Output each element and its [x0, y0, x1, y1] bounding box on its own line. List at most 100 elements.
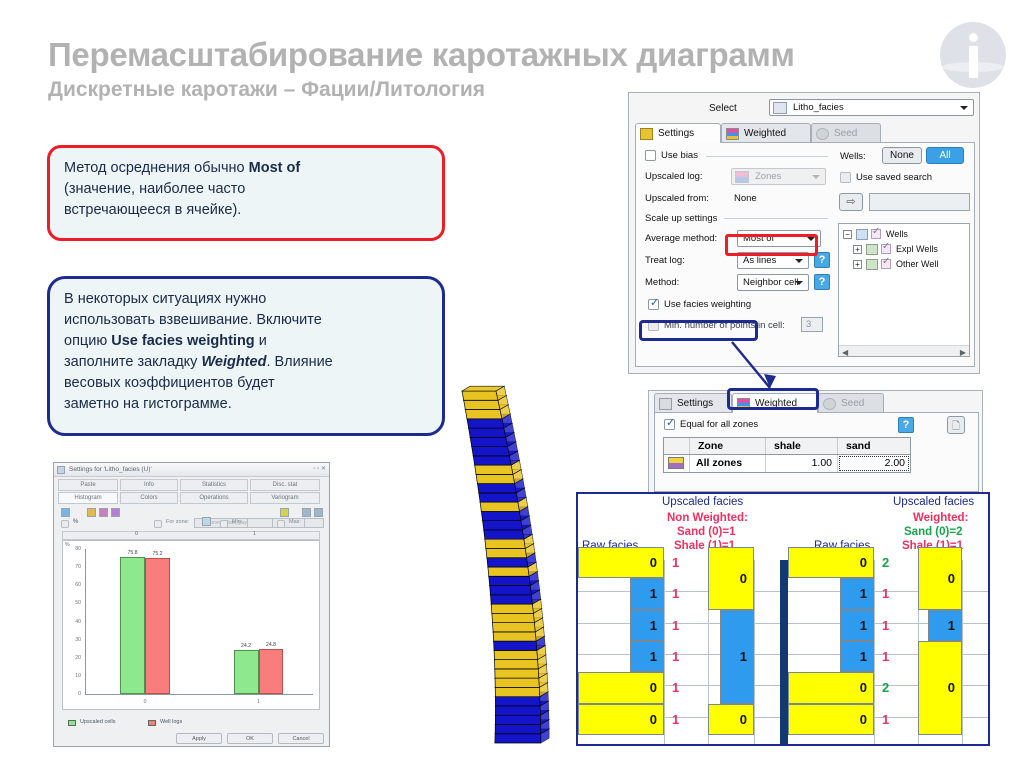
- seed-tab-icon: [816, 128, 829, 140]
- use-saved-search-checkbox[interactable]: [840, 172, 851, 183]
- tab-statistics[interactable]: Statistics: [180, 479, 248, 491]
- average-method-label: Average method:: [645, 233, 718, 244]
- weighted-help-button[interactable]: ?: [898, 417, 914, 433]
- tab-paste[interactable]: Paste: [58, 479, 118, 491]
- table-row[interactable]: All zones 1.00 2.00: [664, 455, 910, 472]
- scroll-right-icon[interactable]: ▶: [960, 348, 966, 357]
- new-document-button[interactable]: 🗋: [947, 416, 965, 434]
- max-checkbox[interactable]: [277, 520, 285, 528]
- legend-swatch-upscaled: [68, 720, 76, 726]
- upscaled-log-combo[interactable]: Zones: [731, 168, 826, 185]
- select-log-combo[interactable]: Litho_facies: [769, 99, 974, 116]
- y-axis-tick: 60: [75, 582, 81, 589]
- log-layer: [494, 687, 541, 698]
- equal-for-all-zones-checkbox[interactable]: [664, 417, 675, 430]
- toolbar-icon-5[interactable]: [280, 508, 289, 517]
- scale-up-settings-label: Scale up settings: [645, 213, 718, 224]
- catbar-label-0: 0: [135, 531, 138, 537]
- log-icon: [773, 102, 787, 114]
- zone-filter-icon[interactable]: [202, 517, 211, 526]
- callout-blue-line2: использовать взвешивание. Включите: [64, 312, 322, 329]
- use-saved-search-label: Use saved search: [856, 172, 933, 183]
- log-layer: [468, 427, 507, 438]
- zones-icon: [668, 457, 684, 469]
- facies-weight-value: 1: [672, 648, 680, 664]
- tree-horizontal-scrollbar[interactable]: ◀ ▶: [839, 345, 969, 357]
- bar-value-label: 24.8: [265, 642, 277, 649]
- wells-all-button[interactable]: All: [926, 147, 964, 164]
- tab-histogram[interactable]: Histogram: [58, 492, 118, 504]
- cancel-button[interactable]: Cancel: [278, 733, 324, 744]
- histogram-settings-window: Settings for 'Litho_facies (U)' ▫ ▫ ✕ Pa…: [53, 462, 330, 747]
- toolbar-icon-4[interactable]: [111, 508, 120, 517]
- log-layer: [478, 492, 519, 503]
- method-help-button[interactable]: ?: [814, 274, 830, 290]
- tab-seed[interactable]: Seed: [811, 123, 881, 143]
- log-layer: [482, 520, 523, 531]
- upscaled-from-label: Upscaled from:: [645, 193, 709, 204]
- document-icon: 🗋: [951, 421, 961, 432]
- method-combo[interactable]: Neighbor cell: [737, 274, 809, 291]
- apply-search-button[interactable]: ⇨: [839, 193, 863, 211]
- highlight-ring-weighted-tab: [727, 388, 819, 410]
- tab-operations[interactable]: Operations: [180, 492, 248, 504]
- histogram-bar: [258, 649, 284, 694]
- toolbar-icon-2[interactable]: [87, 508, 96, 517]
- tab-variogram[interactable]: Variogram: [250, 492, 320, 504]
- log-layer: [493, 650, 538, 660]
- log-layer: [461, 390, 499, 401]
- scroll-left-icon[interactable]: ◀: [842, 348, 848, 357]
- callout-blue-line4a: заполните закладку: [64, 354, 202, 371]
- for-zone-checkbox[interactable]: [154, 520, 162, 528]
- histogram-tabrow-2: Histogram Colors Operations Variogram: [58, 492, 326, 504]
- upscaled-log-column: [460, 385, 551, 744]
- weighted-panel: Equal for all zones ? 🗋 Zone shale sand …: [654, 412, 979, 492]
- apply-button[interactable]: Apply: [176, 733, 222, 744]
- tab-info[interactable]: Info: [120, 479, 178, 491]
- tab-weighted[interactable]: Weighted: [721, 123, 811, 143]
- zone-weights-table[interactable]: Zone shale sand All zones 1.00 2.00: [663, 437, 911, 473]
- expand-icon[interactable]: +: [853, 260, 862, 269]
- facies-grid: 011100111111010 011100211121010: [578, 546, 988, 744]
- facies-weight-value: 1: [672, 555, 680, 570]
- callout-red-line2: (значение, наиболее часто: [64, 181, 246, 198]
- min-input[interactable]: [247, 518, 273, 528]
- wells-tree[interactable]: − Wells + Expl Wells + Other Well ◀ ▶: [838, 223, 970, 357]
- wells-checkbox[interactable]: [871, 226, 881, 239]
- ok-button[interactable]: OK: [227, 733, 273, 744]
- facies-weight-value: 2: [882, 555, 890, 570]
- log-layer: [469, 436, 509, 447]
- toolbar-icon-3[interactable]: [99, 508, 108, 517]
- histogram-tabrow-1: Paste Info Statistics Disc. stat: [58, 479, 326, 491]
- collapse-icon[interactable]: −: [843, 230, 852, 239]
- max-input[interactable]: [304, 518, 324, 528]
- expl-wells-checkbox[interactable]: [881, 241, 891, 254]
- saved-search-input[interactable]: [869, 193, 970, 211]
- use-bias-checkbox[interactable]: [645, 150, 656, 161]
- upscaled-log-label: Upscaled log:: [645, 171, 703, 182]
- bar-value-label: 75.2: [152, 550, 163, 557]
- tab-settings[interactable]: Settings: [635, 123, 721, 143]
- treat-log-label: Treat log:: [645, 255, 685, 266]
- wells-none-button[interactable]: None: [882, 147, 922, 164]
- toolbar-icon-7[interactable]: [314, 508, 323, 517]
- x-axis-tick: 0: [143, 699, 147, 705]
- settings-tabstrip: Settings Weighted Seed: [635, 123, 975, 143]
- tab-disc-stat[interactable]: Disc. stat: [250, 479, 320, 491]
- use-facies-weighting-checkbox[interactable]: [648, 297, 659, 310]
- other-wells-checkbox[interactable]: [881, 256, 891, 269]
- max-label: Max:: [289, 519, 301, 525]
- window-buttons[interactable]: ▫ ▫ ✕: [313, 465, 326, 472]
- min-checkbox[interactable]: [220, 520, 228, 528]
- cell-shale-weight[interactable]: 1.00: [766, 455, 838, 472]
- column-divider: [754, 560, 755, 744]
- y-axis-tick: 70: [75, 564, 81, 571]
- percent-checkbox[interactable]: [61, 520, 69, 528]
- expand-icon[interactable]: +: [853, 245, 862, 254]
- header-icon-cell: [664, 438, 690, 454]
- tab-colors[interactable]: Colors: [120, 492, 178, 504]
- toolbar-icon-6[interactable]: [302, 508, 311, 517]
- log-layer: [466, 418, 505, 429]
- cell-sand-weight[interactable]: 2.00: [838, 455, 910, 472]
- toolbar-icon-1[interactable]: [61, 508, 70, 517]
